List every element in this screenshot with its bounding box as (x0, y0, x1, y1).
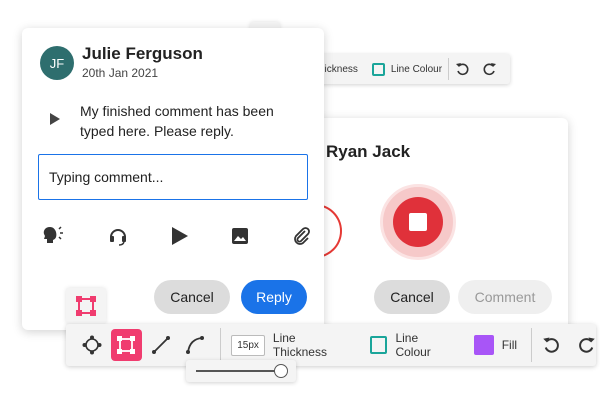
comment-date: 20th Jan 2021 (82, 66, 159, 80)
comment-actions (42, 226, 312, 251)
reply-button[interactable]: Reply (241, 280, 307, 314)
comment-button[interactable]: Comment (458, 280, 552, 314)
fill-label[interactable]: Fill (502, 338, 517, 352)
line-thickness-label[interactable]: Line Thickness (273, 331, 352, 359)
rectangle-select-icon (76, 296, 96, 316)
cancel-button[interactable]: Cancel (154, 280, 230, 314)
avatar: JF (40, 46, 74, 80)
line-thickness-slider[interactable] (186, 360, 296, 382)
move-icon[interactable] (76, 329, 108, 361)
slider-handle[interactable] (274, 364, 288, 378)
recording-card: Ryan Jack 38 Cancel Comment (288, 118, 568, 338)
stop-icon[interactable] (393, 197, 443, 247)
line-size-field[interactable]: 15px (231, 334, 265, 356)
line-colour-swatch[interactable] (369, 336, 388, 354)
play-icon[interactable] (172, 227, 188, 250)
attachment-icon[interactable] (292, 226, 312, 251)
play-comment-icon[interactable] (50, 112, 60, 130)
comment-text: My finished comment has been typed here.… (80, 103, 274, 139)
drawing-toolbar-bottom: 15px Line Thickness Line Colour Fill (66, 324, 596, 366)
shape-tool[interactable] (66, 288, 106, 324)
line-colour-label[interactable]: Line Colour (391, 64, 442, 75)
undo-icon[interactable] (455, 61, 471, 77)
rectangle-icon[interactable] (110, 329, 143, 361)
image-icon[interactable] (232, 228, 248, 249)
voice-assistant-icon[interactable] (42, 226, 64, 251)
headset-icon[interactable] (108, 226, 128, 251)
line-colour-label[interactable]: Line Colour (395, 331, 456, 359)
line-icon[interactable] (145, 329, 177, 361)
comment-card: JF Julie Ferguson 20th Jan 2021 My finis… (22, 28, 324, 330)
comment-input[interactable] (38, 154, 308, 200)
curve-icon[interactable] (180, 329, 212, 361)
participant-name: Ryan Jack (326, 142, 411, 161)
line-colour-swatch[interactable] (371, 62, 385, 76)
record-button[interactable] (380, 184, 456, 260)
author-name: Julie Ferguson (82, 44, 203, 63)
undo-icon[interactable] (542, 335, 562, 355)
redo-icon[interactable] (481, 61, 497, 77)
cancel-button[interactable]: Cancel (374, 280, 450, 314)
redo-icon[interactable] (576, 335, 596, 355)
fill-swatch[interactable] (473, 335, 494, 355)
